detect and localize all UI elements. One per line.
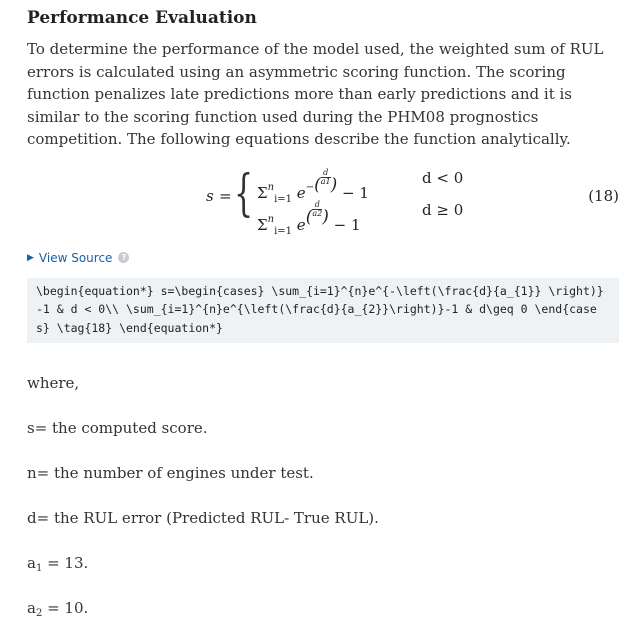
help-icon[interactable]: ? <box>118 252 130 264</box>
a2-value: = 10. <box>42 599 89 617</box>
equation-case-2: Σni=1 e(d a2) − 1 <box>257 199 361 237</box>
section-title: Performance Evaluation <box>27 8 257 28</box>
definition-n: n= the number of engines under test. <box>27 464 314 482</box>
condition-2: d ≥ 0 <box>422 200 464 219</box>
caret-right-icon: ▶ <box>27 252 34 263</box>
equation-lhs: s <box>206 186 214 205</box>
frac-den: a2 <box>312 208 323 218</box>
equation-case-1: Σni=1 e−(d a1) − 1 <box>257 167 369 205</box>
minus-one: − 1 <box>333 215 361 234</box>
exp-base: e <box>296 215 306 234</box>
sum-symbol: Σ <box>257 183 268 202</box>
latex-source-box: \begin{equation*} s=\begin{cases} \sum_{… <box>27 277 619 344</box>
view-source-toggle[interactable]: ▶ View Source ? <box>27 249 619 267</box>
sum-upper: n <box>267 213 275 225</box>
exp-minus: − <box>305 181 315 193</box>
equation-block: s = { Σni=1 e−(d a1) − 1 Σni=1 e(d a2) − 1… <box>27 161 619 239</box>
sum-upper: n <box>267 181 275 193</box>
sum-symbol: Σ <box>257 215 268 234</box>
where-text: where, <box>27 374 80 392</box>
definition-a1: a1 = 13. <box>27 554 88 574</box>
equation-equals: = <box>219 186 232 205</box>
condition-1: d < 0 <box>422 168 464 187</box>
equation-tag: (18) <box>588 186 619 205</box>
exp-base: e <box>296 183 306 202</box>
minus-one: − 1 <box>342 183 369 202</box>
definition-a2: a2 = 10. <box>27 599 88 619</box>
section-paragraph: To determine the performance of the mode… <box>27 40 604 149</box>
cases-brace: { <box>234 163 254 222</box>
a1-value: = 13. <box>42 554 89 572</box>
sum-lower: i=1 <box>274 225 293 237</box>
view-source-label: View Source <box>38 250 113 265</box>
a2-var: a <box>27 599 36 617</box>
a1-var: a <box>27 554 36 572</box>
definition-s: s= the computed score. <box>27 419 208 437</box>
definition-d: d= the RUL error (Predicted RUL- True RU… <box>27 509 379 527</box>
frac-den: a1 <box>320 176 331 186</box>
article-section: Performance Evaluation To determine the … <box>27 8 619 344</box>
